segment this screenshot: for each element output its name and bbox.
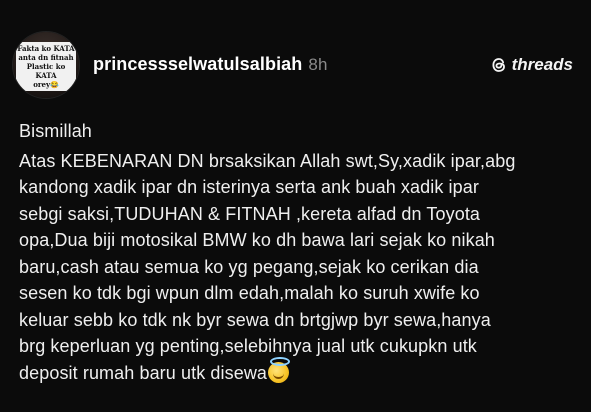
avatar-caption-line: anta dn fitnah (18, 53, 74, 62)
post-line: sesen ko tdk bgi wpun dlm edah,malah ko … (19, 283, 480, 303)
post-line: brg keperluan yg penting,selebihnya jual… (19, 336, 477, 356)
post-header: princessselwatulsalbiah 8h (93, 54, 328, 75)
threads-brand: threads (490, 55, 573, 75)
avatar-caption-line: Fakta ko KATA (17, 44, 75, 53)
post-body: Bismillah Atas KEBENARAN DN brsaksikan A… (19, 118, 581, 386)
threads-post-card: Fakta ko KATA anta dn fitnah Plastic ko … (0, 0, 591, 412)
post-line: Atas KEBENARAN DN brsaksikan Allah swt,S… (19, 150, 516, 171)
avatar-caption-line: Plastic ko KATA (26, 62, 66, 80)
avatar[interactable]: Fakta ko KATA anta dn fitnah Plastic ko … (13, 32, 79, 98)
username[interactable]: princessselwatulsalbiah (93, 54, 302, 74)
post-line: baru,cash atau semua ko yg pegang,sejak … (19, 256, 479, 277)
post-line: sebgi saksi,TUDUHAN & FITNAH ,kereta alf… (19, 203, 481, 224)
post-line: kandong xadik ipar dn isterinya serta an… (19, 177, 479, 197)
threads-logo-icon (492, 58, 505, 72)
post-line-last: deposit rumah baru utk disewa (19, 356, 581, 387)
smiling-halo-emoji-icon (268, 356, 291, 383)
post-line-text: deposit rumah baru utk disewa (19, 362, 268, 383)
post-line: keluar sebb ko tdk nk byr sewa dn brtgjw… (19, 309, 491, 330)
post-line: opa,Dua biji motosikal BMW ko dh bawa la… (19, 230, 495, 250)
timestamp: 8h (308, 55, 328, 74)
avatar-caption: Fakta ko KATA anta dn fitnah Plastic ko … (16, 42, 76, 91)
post-greeting: Bismillah (19, 121, 92, 141)
avatar-caption-line: orey😂 (33, 80, 59, 89)
threads-brand-label: threads (511, 55, 573, 74)
